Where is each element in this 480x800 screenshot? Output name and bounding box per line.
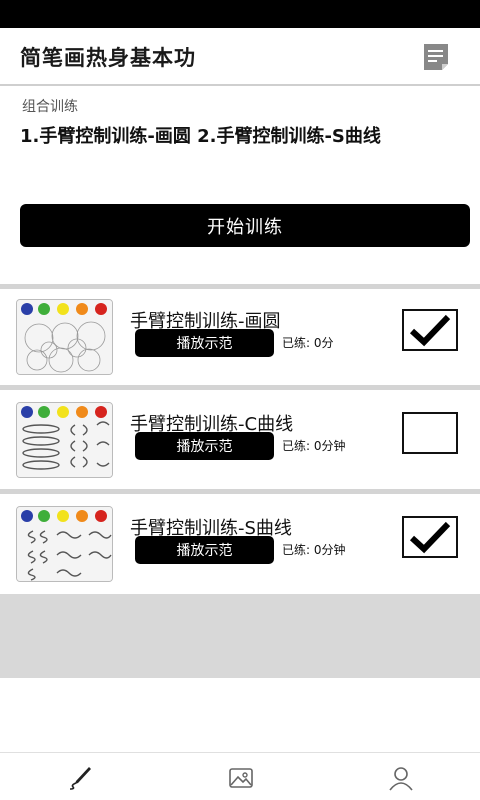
exercise-item-c-curve: 手臂控制训练-C曲线 播放示范 已练: 0分钟	[0, 392, 480, 488]
play-demo-button[interactable]: 播放示范	[135, 432, 274, 460]
play-demo-button[interactable]: 播放示范	[135, 329, 274, 357]
exercise-item-s-curve: 手臂控制训练-S曲线 播放示范 已练: 0分钟	[0, 496, 480, 592]
status-bar	[0, 0, 480, 28]
checkmark-icon	[409, 521, 451, 554]
notes-icon[interactable]	[421, 42, 451, 72]
c-curves-sketch-thumbnail	[16, 402, 113, 478]
image-icon[interactable]	[228, 765, 254, 791]
practiced-time: 已练: 0分	[282, 336, 334, 350]
divider	[0, 489, 480, 494]
play-demo-button[interactable]: 播放示范	[135, 536, 274, 564]
checkmark-icon	[409, 314, 451, 347]
combo-training-label: 组合训练	[22, 99, 78, 115]
practiced-time: 已练: 0分钟	[282, 543, 346, 557]
app-header: 简笔画热身基本功	[0, 28, 480, 86]
exercise-item-circle: 手臂控制训练-画圆 播放示范 已练: 0分	[0, 289, 480, 385]
circles-sketch-thumbnail	[16, 299, 113, 375]
exercise-checkbox[interactable]	[402, 412, 458, 454]
pen-icon[interactable]	[67, 765, 93, 791]
exercise-checkbox[interactable]	[402, 516, 458, 558]
page-title: 简笔画热身基本功	[20, 46, 196, 70]
divider	[0, 385, 480, 390]
start-training-button[interactable]: 开始训练	[20, 204, 470, 247]
combo-training-description: 1.手臂控制训练-画圆 2.手臂控制训练-S曲线	[20, 126, 381, 147]
empty-list-area	[0, 594, 480, 678]
user-icon[interactable]	[388, 765, 414, 791]
practiced-time: 已练: 0分钟	[282, 439, 346, 453]
s-curves-sketch-thumbnail	[16, 506, 113, 582]
bottom-navigation	[0, 752, 480, 800]
exercise-checkbox[interactable]	[402, 309, 458, 351]
